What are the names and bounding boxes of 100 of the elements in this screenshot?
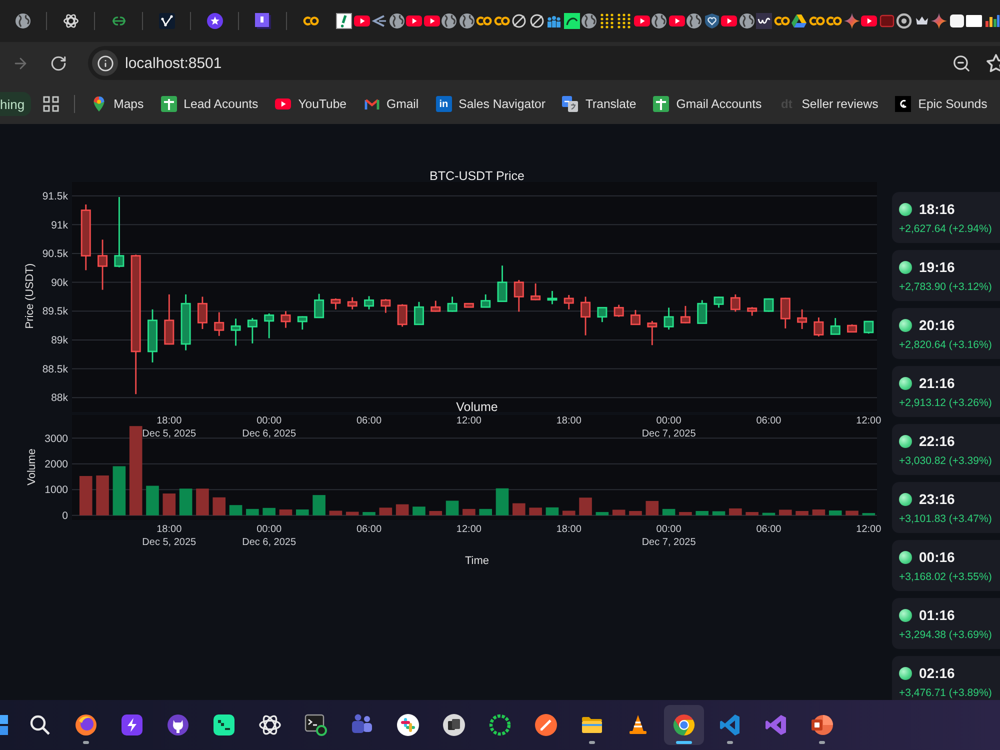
play-icon[interactable] [406,13,422,29]
square-icon[interactable] [948,13,964,29]
time-label: 19:16 [919,259,955,275]
slashed-circle-icon[interactable] [511,13,527,29]
bookmark[interactable]: YouTube [267,90,355,118]
axis-tick-label: 18:00 Dec 5, 2025 [142,524,196,548]
play-icon[interactable] [424,13,440,29]
address-bar[interactable]: localhost:8501 [88,46,1000,80]
volume-bar [596,512,609,516]
play-icon[interactable] [668,13,684,29]
time-label: 22:16 [919,433,955,449]
tab-group-chip[interactable]: hing [0,92,31,116]
dots-icon[interactable] [598,13,614,29]
mail-icon [364,96,380,112]
dots-icon[interactable] [616,13,632,29]
curve-tile-icon[interactable] [564,13,580,29]
globe-icon[interactable] [651,13,667,29]
grid-icon [0,715,9,735]
axis-tick-label: 12:00 [856,524,882,535]
candlestick [497,266,508,302]
play-icon[interactable] [634,13,650,29]
candlestick [114,196,124,268]
axis-tick-label: 00:00 Dec 6, 2025 [242,524,296,548]
candlestick [697,300,708,324]
candlestick [814,317,824,336]
slashed-circle-icon[interactable] [528,13,544,29]
triangle-icon[interactable] [791,13,807,29]
volume-bar [196,488,209,516]
candlestick [747,307,758,316]
volume-bar [529,508,542,516]
globe-icon[interactable] [738,13,754,29]
candlestick [80,204,91,270]
candlestick [547,290,558,304]
time-label: 23:16 [919,491,955,507]
translate-icon [562,96,578,112]
play-icon[interactable] [721,13,737,29]
globe-icon[interactable] [441,13,457,29]
square-logo-icon[interactable] [254,13,270,29]
axis-title: Price (USDT) [24,263,36,329]
axis-title: Time [464,555,490,567]
globe-icon[interactable] [458,13,474,29]
people-icon[interactable] [546,13,562,29]
bookmark[interactable]: Translate [554,90,644,118]
apps-icon[interactable] [42,96,59,112]
axis-tick-label: 1000 [44,484,68,496]
candlestick [214,312,224,336]
exclamation-tile-icon[interactable] [336,13,352,29]
candlestick [464,302,474,308]
wave-tile-icon[interactable] [756,13,772,29]
bookmark[interactable]: Maps [82,90,152,118]
taskbar-button[interactable] [664,705,704,745]
chart-title: Volume [456,400,498,414]
knot-icon[interactable] [62,13,78,29]
rectangle-icon[interactable] [966,13,982,29]
bolt-icon [120,713,144,737]
play-icon[interactable] [354,13,370,29]
zoom-out-icon[interactable] [952,54,971,72]
star-icon[interactable] [986,53,1000,73]
globe-icon[interactable] [581,13,597,29]
sparkle-icon[interactable] [931,13,947,29]
cat-icon [166,713,190,737]
axis-tick-label: 12:00 [856,416,882,426]
change-value: +3,101.83 (+3.47%) [899,513,993,525]
candlestick [714,296,724,308]
volume-bar [362,512,376,516]
candlestick [664,308,674,330]
candlestick [580,296,591,336]
time-label: 18:16 [919,201,955,217]
sheet-icon [653,96,670,112]
bookmark[interactable]: in Sales Navigator [428,90,554,118]
play-icon[interactable] [861,13,877,29]
chart-tile-icon[interactable] [158,13,174,29]
globe-icon[interactable] [686,13,702,29]
shield-icon[interactable] [704,13,720,29]
change-value: +2,627.64 (+2.94%) [899,223,993,235]
bookmark[interactable]: Gmail Accounts [645,90,770,118]
candlestick [247,318,258,344]
site-info-button[interactable] [92,50,118,76]
ring-icon[interactable] [896,13,912,29]
axis-tick-label: 3000 [44,432,68,445]
sheet-icon [160,96,177,112]
terminal-icon [304,713,328,737]
aperture-icon [672,713,696,737]
chevron-icon[interactable] [371,13,387,29]
axis-tick-label: 00:00 Dec 7, 2025 [642,524,696,548]
reload-icon[interactable] [50,54,67,72]
bar-chart-icon[interactable] [984,13,1000,29]
hash-icon [396,713,420,737]
bookmark[interactable]: Gmail [356,90,427,118]
change-value: +2,820.64 (+3.16%) [899,339,993,351]
globe-icon[interactable] [388,13,404,29]
bookmark[interactable]: Lead Acounts [152,90,266,118]
volume-bar [429,511,442,516]
bookmark[interactable]: Epic Sounds [887,90,996,118]
candlestick [447,296,458,312]
axis-title: Volume [26,448,38,486]
volume-bar [562,510,576,516]
sparkle-icon[interactable] [844,13,860,29]
globe-icon[interactable] [14,13,30,29]
candlestick [197,296,208,329]
